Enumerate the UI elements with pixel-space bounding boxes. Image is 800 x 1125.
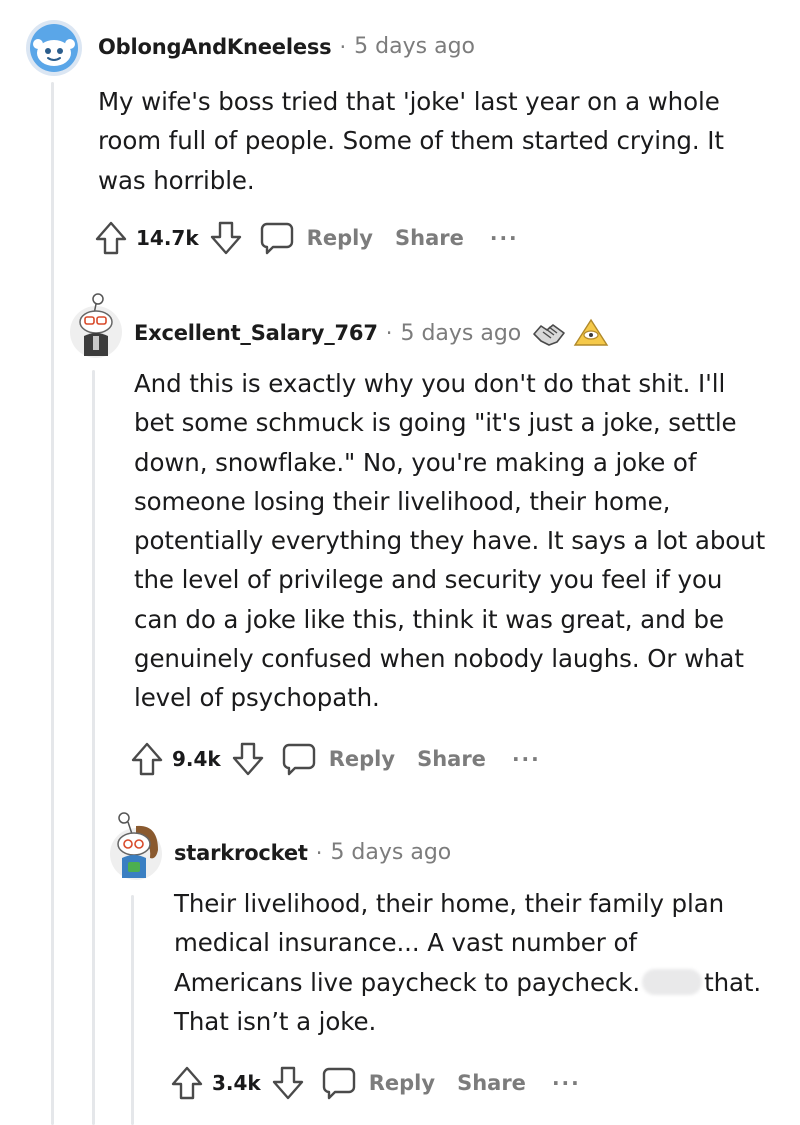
- comment-line: potentially everything they have. It say…: [134, 526, 766, 556]
- comment-actions: 3.4k Reply Share ···: [170, 1065, 581, 1101]
- comment-username[interactable]: OblongAndKneeless: [98, 35, 332, 59]
- reply-button[interactable]: Reply: [369, 1071, 435, 1095]
- comment-username[interactable]: starkrocket: [174, 841, 308, 865]
- downvote-icon[interactable]: [231, 741, 265, 777]
- reply-icon[interactable]: [281, 741, 317, 777]
- comment-body: My wife's boss tried that 'joke' last ye…: [98, 82, 778, 200]
- snoo-avatar-icon: [70, 293, 122, 358]
- snoo-avatar-icon: [110, 812, 162, 880]
- comment-line: someone losing their livelihood, their h…: [134, 486, 671, 516]
- vote-score: 9.4k: [172, 747, 221, 771]
- upvote-icon[interactable]: [130, 741, 164, 777]
- share-button[interactable]: Share: [395, 226, 464, 250]
- comment-body: And this is exactly why you don't do tha…: [134, 364, 784, 718]
- comment-line: bet some schmuck is going "it's just a j…: [134, 408, 737, 438]
- comment-line: My wife's boss tried that 'joke' last ye…: [98, 87, 720, 116]
- downvote-icon[interactable]: [271, 1065, 305, 1101]
- more-options-button[interactable]: ···: [512, 747, 541, 771]
- thread-line[interactable]: [51, 82, 54, 1125]
- comment-line: genuinely confused when nobody laughs. O…: [134, 644, 744, 674]
- vote-score: 3.4k: [212, 1071, 261, 1095]
- award-pyramid-icon[interactable]: [573, 318, 609, 348]
- comment-username[interactable]: Excellent_Salary_767: [134, 321, 378, 345]
- comment-line: down, snowflake." No, you're making a jo…: [134, 447, 697, 477]
- vote-score: 14.7k: [136, 226, 199, 250]
- comment-line: was horrible.: [98, 165, 255, 195]
- share-button[interactable]: Share: [457, 1071, 526, 1095]
- comment-actions: 9.4k Reply Share ···: [130, 741, 541, 777]
- comment-line-text: Americans live paycheck to paycheck.: [174, 967, 641, 997]
- comment-line: That isn’t a joke.: [174, 1006, 377, 1036]
- award-handshake-icon[interactable]: [531, 318, 567, 348]
- avatar[interactable]: [26, 20, 82, 76]
- comment-line: level of psychopath.: [134, 683, 380, 713]
- reply-button[interactable]: Reply: [329, 747, 395, 771]
- thread-line[interactable]: [92, 370, 95, 1125]
- comment-line: the level of privilege and security you …: [134, 565, 723, 595]
- separator-dot: ·: [315, 840, 323, 865]
- thread-line[interactable]: [131, 895, 134, 1125]
- upvote-icon[interactable]: [170, 1065, 204, 1101]
- comment-line: Americans live paycheck to paycheck. that…: [174, 963, 784, 1002]
- comment-line: room full of people. Some of them starte…: [98, 126, 724, 156]
- comment-line: Their livelihood, their home, their fami…: [174, 889, 725, 918]
- separator-dot: ·: [339, 34, 347, 59]
- avatar[interactable]: [66, 290, 126, 360]
- upvote-icon[interactable]: [94, 220, 128, 256]
- reply-icon[interactable]: [259, 220, 295, 256]
- reply-button[interactable]: Reply: [307, 226, 373, 250]
- separator-dot: ·: [385, 321, 393, 345]
- comment-line: medical insurance... A vast number of: [174, 928, 637, 958]
- more-options-button[interactable]: ···: [490, 226, 519, 250]
- censored-word: [642, 968, 703, 995]
- comment-timestamp[interactable]: 5 days ago: [400, 321, 521, 346]
- avatar[interactable]: [106, 810, 168, 882]
- comment-line: can do a joke like this, think it was gr…: [134, 604, 724, 634]
- snoo-avatar-icon: [26, 20, 82, 76]
- comment-timestamp[interactable]: 5 days ago: [330, 840, 451, 865]
- comment-line-text: that.: [704, 967, 762, 997]
- downvote-icon[interactable]: [209, 220, 243, 256]
- reply-icon[interactable]: [321, 1065, 357, 1101]
- comment-body: Their livelihood, their home, their fami…: [174, 884, 784, 1041]
- comment-line: And this is exactly why you don't do tha…: [134, 369, 726, 398]
- comment-actions: 14.7k Reply Share ···: [94, 220, 519, 256]
- more-options-button[interactable]: ···: [552, 1071, 581, 1095]
- share-button[interactable]: Share: [417, 747, 486, 771]
- comment-timestamp[interactable]: 5 days ago: [354, 34, 475, 59]
